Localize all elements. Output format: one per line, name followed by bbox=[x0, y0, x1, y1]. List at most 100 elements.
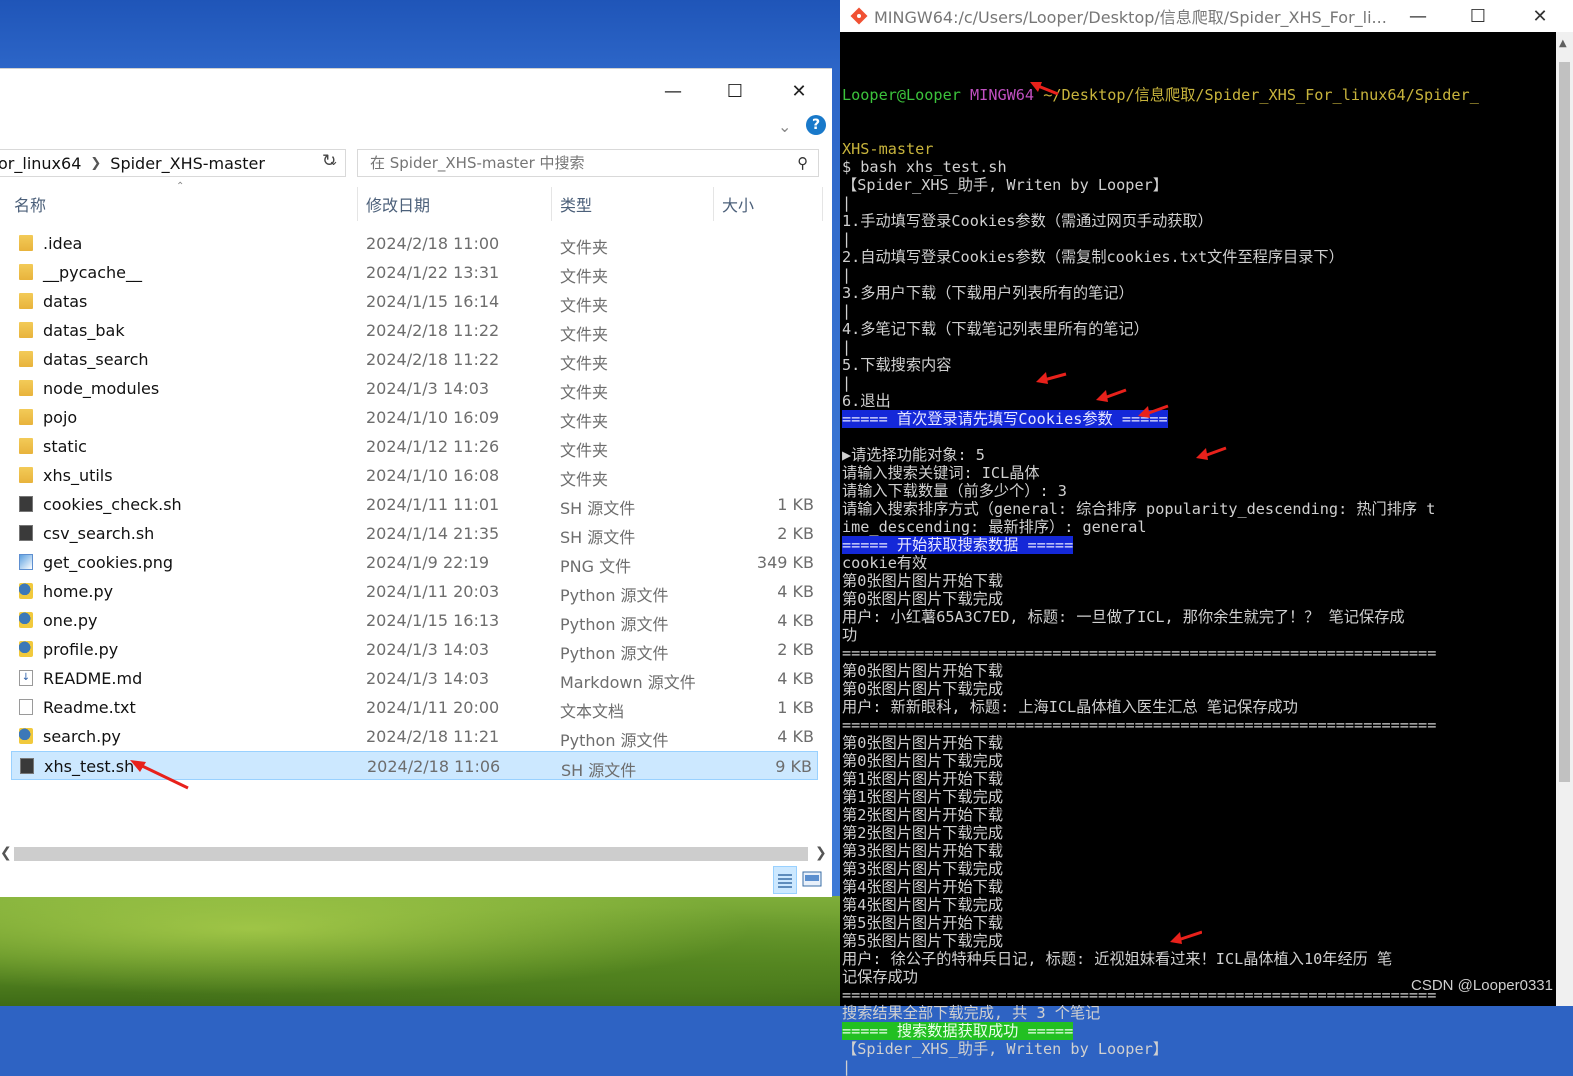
file-row[interactable]: xhs_utils 2024/1/10 16:08 文件夹 bbox=[0, 461, 832, 490]
file-row[interactable]: search.py 2024/2/18 11:21 Python 源文件 4 KB bbox=[0, 722, 832, 751]
breadcrumb-segment[interactable]: or_linux64 bbox=[0, 154, 81, 173]
terminal-output[interactable]: Looper@Looper MINGW64 ~/Desktop/信息爬取/Spi… bbox=[842, 50, 1552, 1076]
column-divider[interactable] bbox=[357, 187, 358, 221]
search-box[interactable]: ⚲ bbox=[357, 149, 819, 177]
file-type: 文件夹 bbox=[560, 441, 609, 460]
file-size: 349 KB bbox=[756, 553, 814, 572]
terminal-line: ===== 搜索数据获取成功 ===== bbox=[842, 1022, 1552, 1040]
file-row[interactable]: csv_search.sh 2024/1/14 21:35 SH 源文件 2 KB bbox=[0, 519, 832, 548]
breadcrumb-segment[interactable]: Spider_XHS-master bbox=[110, 154, 265, 173]
file-row[interactable]: pojo 2024/1/10 16:09 文件夹 bbox=[0, 403, 832, 432]
terminal-line: 第0张图片图片下载完成 bbox=[842, 590, 1552, 608]
file-type: 文件夹 bbox=[560, 354, 609, 373]
terminal-line-text: | bbox=[842, 1058, 852, 1076]
file-name: one.py bbox=[43, 611, 98, 630]
file-size: 1 KB bbox=[777, 698, 814, 717]
column-header-name[interactable]: 名称 bbox=[14, 187, 46, 221]
address-bar[interactable]: or_linux64 ❯ Spider_XHS-master ⌄ bbox=[0, 149, 346, 177]
column-header-date[interactable]: 修改日期 bbox=[366, 187, 430, 221]
search-input[interactable] bbox=[368, 153, 782, 173]
scrollbar-thumb[interactable] bbox=[1559, 62, 1570, 782]
terminal-line: ime_descending: 最新排序）: general bbox=[842, 518, 1552, 536]
scroll-up-icon[interactable]: ▲ bbox=[1559, 38, 1567, 49]
file-icon bbox=[20, 758, 34, 774]
column-header-type[interactable]: 类型 bbox=[560, 187, 592, 221]
terminal-line-text: 请输入搜索关键词: ICL晶体 bbox=[842, 464, 1040, 482]
help-icon[interactable]: ? bbox=[806, 115, 826, 135]
file-icon bbox=[19, 641, 33, 657]
file-type: SH 源文件 bbox=[561, 761, 637, 780]
annotation-arrow-icon bbox=[1138, 404, 1169, 418]
minimize-button[interactable]: — bbox=[650, 77, 696, 105]
file-row[interactable]: Readme.txt 2024/1/11 20:00 文本文档 1 KB bbox=[0, 693, 832, 722]
file-row[interactable]: datas_search 2024/2/18 11:22 文件夹 bbox=[0, 345, 832, 374]
file-date: 2024/1/3 14:03 bbox=[366, 379, 490, 398]
close-button[interactable]: ✕ bbox=[776, 77, 822, 105]
file-name: Readme.txt bbox=[43, 698, 136, 717]
file-name: pojo bbox=[43, 408, 78, 427]
file-row[interactable]: node_modules 2024/1/3 14:03 文件夹 bbox=[0, 374, 832, 403]
expand-ribbon-icon[interactable]: ⌄ bbox=[778, 117, 791, 136]
file-icon bbox=[19, 583, 33, 599]
file-type: Markdown 源文件 bbox=[560, 673, 696, 692]
terminal-line-text: | bbox=[842, 266, 852, 284]
prompt-line: Looper@Looper MINGW64 ~/Desktop/信息爬取/Spi… bbox=[842, 86, 1479, 104]
minimize-button[interactable]: — bbox=[1395, 2, 1441, 30]
terminal-line: 【Spider_XHS_助手, Writen by Looper】 bbox=[842, 1040, 1552, 1058]
scroll-left-icon[interactable]: ❮ bbox=[0, 845, 12, 861]
terminal-line: 第3张图片图片下载完成 bbox=[842, 860, 1552, 878]
column-header-size[interactable]: 大小 bbox=[722, 187, 754, 221]
file-icon bbox=[19, 496, 33, 512]
file-row[interactable]: datas_bak 2024/2/18 11:22 文件夹 bbox=[0, 316, 832, 345]
folder-icon bbox=[19, 264, 33, 280]
scrollbar-thumb[interactable] bbox=[14, 847, 808, 861]
file-type: 文本文档 bbox=[560, 702, 625, 721]
terminal-line: | bbox=[842, 302, 1552, 320]
details-view-icon[interactable] bbox=[773, 866, 797, 894]
file-row[interactable]: get_cookies.png 2024/1/9 22:19 PNG 文件 349 K… bbox=[0, 548, 832, 577]
terminal-line-text: 2.自动填写登录Cookies参数（需复制cookies.txt文件至程序目录下… bbox=[842, 248, 1344, 266]
horizontal-scrollbar[interactable]: ❮ ❯ bbox=[0, 845, 832, 863]
terminal-line: 5.下载搜索内容 bbox=[842, 356, 1552, 374]
file-row[interactable]: static 2024/1/12 11:26 文件夹 bbox=[0, 432, 832, 461]
maximize-button[interactable]: ☐ bbox=[712, 77, 758, 105]
terminal-line: 6.退出 bbox=[842, 392, 1552, 410]
terminal-line-text: 1.手动填写登录Cookies参数（需通过网页手动获取） bbox=[842, 212, 1213, 230]
file-row[interactable]: profile.py 2024/1/3 14:03 Python 源文件 2 KB bbox=[0, 635, 832, 664]
terminal-line-text: 第0张图片图片下载完成 bbox=[842, 590, 1004, 608]
refresh-icon[interactable]: ↻ bbox=[322, 151, 336, 171]
vertical-scrollbar[interactable]: ▲ bbox=[1556, 32, 1573, 1006]
file-type: Python 源文件 bbox=[560, 586, 669, 605]
terminal-line: 用户: 徐公子的特种兵日记, 标题: 近视姐妹看过来！ICL晶体植入10年经历 … bbox=[842, 950, 1552, 968]
column-divider[interactable] bbox=[551, 187, 552, 221]
terminal-line: ========================================… bbox=[842, 716, 1552, 734]
file-row[interactable]: home.py 2024/1/11 20:03 Python 源文件 4 KB bbox=[0, 577, 832, 606]
terminal-line-text: | bbox=[842, 374, 852, 392]
file-row[interactable]: cookies_check.sh 2024/1/11 11:01 SH 源文件 1 K… bbox=[0, 490, 832, 519]
file-row[interactable]: __pycache__ 2024/1/22 13:31 文件夹 bbox=[0, 258, 832, 287]
file-size: 4 KB bbox=[777, 669, 814, 688]
terminal-line-text: | bbox=[842, 230, 852, 248]
terminal-line-text: 请输入搜索排序方式（general: 综合排序 popularity_desce… bbox=[842, 500, 1436, 518]
terminal-line-text: ========================================… bbox=[842, 986, 1437, 1004]
file-row[interactable]: .idea 2024/2/18 11:00 文件夹 bbox=[0, 229, 832, 258]
folder-icon bbox=[19, 467, 33, 483]
terminal-line: 第2张图片图片开始下载 bbox=[842, 806, 1552, 824]
terminal-line: | bbox=[842, 374, 1552, 392]
terminal-line-text: 【Spider_XHS_助手, Writen by Looper】 bbox=[842, 1040, 1168, 1058]
scroll-right-icon[interactable]: ❯ bbox=[815, 845, 827, 861]
close-button[interactable]: ✕ bbox=[1517, 2, 1563, 30]
terminal-line: 用户: 小红薯65A3C7ED, 标题: 一旦做了ICL, 那你余生就完了！？ … bbox=[842, 608, 1552, 626]
maximize-button[interactable]: ☐ bbox=[1455, 2, 1501, 30]
file-row[interactable]: datas 2024/1/15 16:14 文件夹 bbox=[0, 287, 832, 316]
folder-icon bbox=[19, 351, 33, 367]
file-row[interactable]: ↓ README.md 2024/1/3 14:03 Markdown 源文件 4 KB bbox=[0, 664, 832, 693]
large-icons-view-icon[interactable] bbox=[802, 870, 822, 888]
column-divider[interactable] bbox=[713, 187, 714, 221]
terminal-line-text: 第4张图片图片下载完成 bbox=[842, 896, 1004, 914]
column-divider[interactable] bbox=[822, 187, 823, 221]
terminal-line: 第1张图片图片下载完成 bbox=[842, 788, 1552, 806]
terminal-line: ========================================… bbox=[842, 644, 1552, 662]
terminal-line-text: 第4张图片图片开始下载 bbox=[842, 878, 1004, 896]
file-row[interactable]: one.py 2024/1/15 16:13 Python 源文件 4 KB bbox=[0, 606, 832, 635]
